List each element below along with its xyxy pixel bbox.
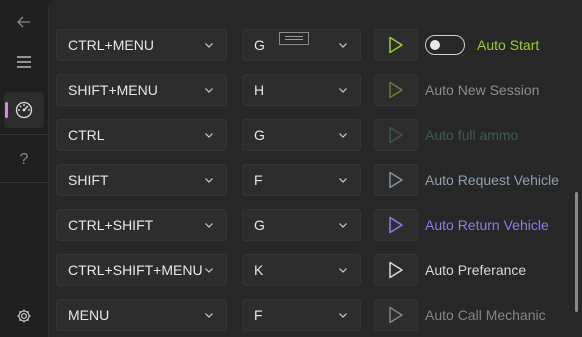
chevron-down-icon xyxy=(205,268,213,273)
modifier-value: SHIFT+MENU xyxy=(68,82,158,98)
modifier-dropdown[interactable]: MENU xyxy=(56,299,227,331)
chevron-down-icon xyxy=(339,268,347,273)
chevron-down-icon xyxy=(205,133,213,138)
gear-icon xyxy=(17,309,31,323)
key-dropdown[interactable]: G xyxy=(242,209,361,241)
chevron-down-icon xyxy=(205,313,213,318)
key-dropdown[interactable]: G xyxy=(242,29,361,61)
action-label: Auto full ammo xyxy=(425,127,519,143)
hotkey-row: CTRL+SHIFT+MENU K Auto Preferance xyxy=(56,254,566,286)
key-value: G xyxy=(254,217,265,233)
run-button[interactable] xyxy=(374,209,418,241)
game-gauge-icon xyxy=(15,101,33,119)
vertical-scrollbar[interactable] xyxy=(575,192,578,312)
action-label: Auto Preferance xyxy=(425,262,527,278)
nav-divider xyxy=(0,182,48,183)
modifier-dropdown[interactable]: SHIFT+MENU xyxy=(56,74,227,106)
key-value: F xyxy=(254,172,263,188)
action-label: Auto New Session xyxy=(425,82,540,98)
modifier-value: CTRL+MENU xyxy=(68,37,154,53)
key-value: F xyxy=(254,307,263,323)
key-dropdown[interactable]: F xyxy=(242,299,361,331)
play-icon xyxy=(389,81,403,99)
hotkey-row: CTRL G Auto full ammo xyxy=(56,119,566,151)
key-value: G xyxy=(254,37,265,53)
run-button[interactable] xyxy=(374,254,418,286)
chevron-down-icon xyxy=(339,133,347,138)
modifier-dropdown[interactable]: SHIFT xyxy=(56,164,227,196)
play-icon xyxy=(389,171,403,189)
key-dropdown[interactable]: H xyxy=(242,74,361,106)
back-button[interactable] xyxy=(4,4,44,40)
back-arrow-icon xyxy=(17,16,30,28)
hotkey-row: SHIFT F Auto Request Vehicle xyxy=(56,164,566,196)
run-button[interactable] xyxy=(374,119,418,151)
hotkey-row: MENU F Auto Call Mechanic xyxy=(56,299,566,331)
play-icon xyxy=(389,306,403,324)
chevron-down-icon xyxy=(339,88,347,93)
chevron-down-icon xyxy=(205,43,213,48)
chevron-down-icon xyxy=(205,223,213,228)
play-icon xyxy=(389,126,403,144)
run-button[interactable] xyxy=(374,74,418,106)
play-icon xyxy=(389,216,403,234)
key-value: G xyxy=(254,127,265,143)
help-icon: ? xyxy=(19,151,29,168)
modifier-value: MENU xyxy=(68,307,110,323)
toggle-knob xyxy=(430,40,440,50)
settings-button[interactable] xyxy=(4,298,44,334)
key-dropdown[interactable]: F xyxy=(242,164,361,196)
run-button[interactable] xyxy=(374,299,418,331)
run-button[interactable] xyxy=(374,164,418,196)
hotkey-row: CTRL+SHIFT G Auto Return Vehicle xyxy=(56,209,566,241)
chevron-down-icon xyxy=(205,178,213,183)
chevron-down-icon xyxy=(339,43,347,48)
run-button[interactable] xyxy=(374,29,418,61)
hotkey-row: SHIFT+MENU H Auto New Session xyxy=(56,74,566,106)
key-dropdown[interactable]: K xyxy=(242,254,361,286)
play-icon xyxy=(389,261,403,279)
nav-item-game[interactable] xyxy=(4,92,44,128)
key-dropdown[interactable]: G xyxy=(242,119,361,151)
nav-divider xyxy=(0,134,48,135)
action-label: Auto Call Mechanic xyxy=(425,307,546,323)
modifier-dropdown[interactable]: CTRL+MENU xyxy=(56,29,227,61)
modifier-value: CTRL+SHIFT xyxy=(68,217,154,233)
chevron-down-icon xyxy=(339,178,347,183)
chevron-down-icon xyxy=(339,313,347,318)
help-button[interactable]: ? xyxy=(4,142,44,178)
menu-button[interactable] xyxy=(4,44,44,80)
chevron-down-icon xyxy=(339,223,347,228)
key-value: K xyxy=(254,262,264,278)
action-label: Auto Request Vehicle xyxy=(425,172,559,188)
hotkey-row: CTRL+MENU G Auto Start xyxy=(56,29,566,61)
action-label: Auto Start xyxy=(477,37,540,53)
hotkey-list-panel: CTRL+MENU G Auto Start SHIFT+MENU H Auto… xyxy=(48,0,582,337)
modifier-dropdown[interactable]: CTRL xyxy=(56,119,227,151)
keyboard-icon xyxy=(279,32,309,45)
key-value: H xyxy=(254,82,265,98)
modifier-dropdown[interactable]: CTRL+SHIFT xyxy=(56,209,227,241)
selection-indicator xyxy=(5,102,8,118)
modifier-value: CTRL+SHIFT+MENU xyxy=(68,262,203,278)
modifier-value: SHIFT xyxy=(68,172,109,188)
modifier-value: CTRL xyxy=(68,127,105,143)
play-icon xyxy=(389,36,403,54)
auto-start-toggle[interactable] xyxy=(425,35,465,55)
action-label: Auto Return Vehicle xyxy=(425,217,549,233)
modifier-dropdown[interactable]: CTRL+SHIFT+MENU xyxy=(56,254,227,286)
navigation-pane: ? xyxy=(0,0,48,337)
hamburger-menu-icon xyxy=(17,56,31,68)
chevron-down-icon xyxy=(205,88,213,93)
